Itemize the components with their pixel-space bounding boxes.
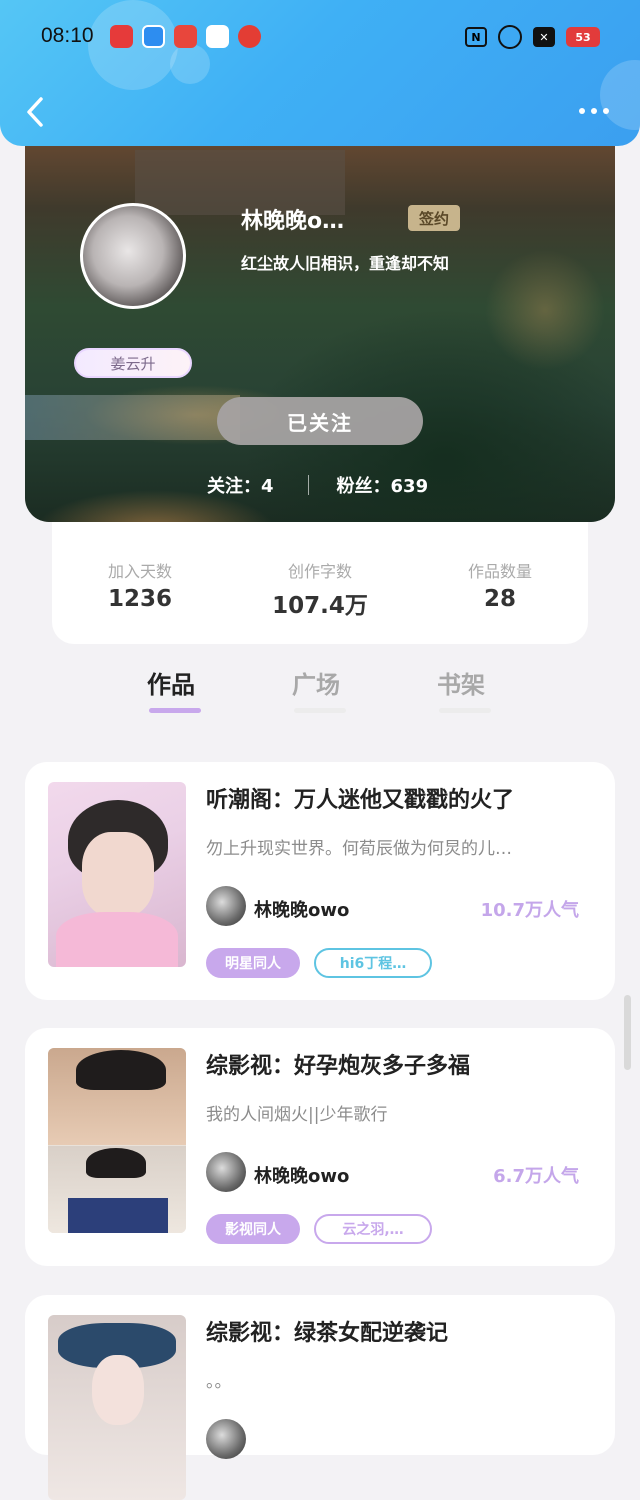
app-notification-icon [142,25,165,48]
author-avatar[interactable] [206,1152,246,1192]
tab-active-indicator [149,708,201,713]
signed-badge: 签约 [408,205,460,231]
following-count[interactable]: 关注：4 [207,472,274,498]
stat-word-count: 创作字数 107.4万 [240,558,400,620]
stat-label: 创作字数 [287,562,352,581]
wifi-alarm-icon [498,25,522,49]
work-description: 我的人间烟火||少年歌行 [206,1105,388,1125]
nfc-icon: N [465,27,487,47]
more-dot-icon [603,108,609,114]
tab-indicator [294,708,346,713]
battery-icon: 53 [566,27,600,47]
more-dot-icon [591,108,597,114]
tab-works[interactable]: 作品 [147,665,195,700]
work-cover-image[interactable] [48,782,186,967]
decor-bubble [170,44,210,84]
stat-label: 作品数量 [467,562,532,581]
stat-label: 加入天数 [107,562,172,581]
author-name[interactable]: 林晚晚owo [254,896,349,922]
author-avatar[interactable] [206,1419,246,1459]
topic-tag[interactable]: hi6丁程… [314,948,432,978]
work-title[interactable]: 综影视：绿茶女配逆袭记 [206,1315,448,1347]
profile-header [25,130,615,522]
more-dot-icon [579,108,585,114]
scrollbar-thumb[interactable] [624,995,631,1070]
work-cover-image[interactable] [48,1048,186,1233]
stat-value: 28 [483,586,516,612]
work-cover-image[interactable] [48,1315,186,1500]
cover-figure [92,1355,144,1425]
work-description: 勿上升现实世界。何荀辰做为何炅的儿… [206,839,512,859]
video-app-icon [206,25,229,48]
top-bar: 08:10 N ✕ 53 [0,0,640,146]
popularity-count: 10.7万人气 [480,900,579,921]
follow-button[interactable]: 已关注 [217,397,423,445]
work-title[interactable]: 综影视：好孕炮灰多子多福 [206,1048,470,1080]
popularity-count: 6.7万人气 [493,1166,579,1187]
cover-figure [56,912,178,967]
divider [307,475,309,495]
work-description: 。。 [206,1372,232,1392]
tab-square[interactable]: 广场 [292,665,340,700]
tab-bookshelf[interactable]: 书架 [437,665,485,700]
more-options-button[interactable] [576,100,612,122]
profile-avatar[interactable] [80,203,186,309]
cover-figure [86,1148,146,1178]
stat-value: 107.4万 [272,593,368,619]
topic-tag[interactable]: 云之羽,… [314,1214,432,1244]
author-avatar[interactable] [206,886,246,926]
app-notification-icon [110,25,133,48]
profile-name: 林晚晚o… [241,209,345,234]
category-tag[interactable]: 影视同人 [206,1214,300,1244]
cover-figure [68,1198,168,1233]
music-app-icon [174,25,197,48]
stat-value: 1236 [107,586,172,612]
profile-motto: 红尘故人旧相识，重逢却不知 [241,254,450,273]
notification-app-icons [110,25,261,48]
stat-work-count: 作品数量 28 [420,558,580,612]
cover-figure [76,1050,166,1090]
author-tag[interactable]: 姜云升 [74,348,192,378]
work-card[interactable]: 综影视：好孕炮灰多子多福 我的人间烟火||少年歌行 林晚晚owo 6.7万人气 … [25,1028,615,1266]
background-scenery [25,395,240,440]
netease-music-icon [238,25,261,48]
work-card[interactable]: 综影视：绿茶女配逆袭记 。。 [25,1295,615,1500]
follow-counts: 关注：4 粉丝：639 [207,472,428,498]
work-title[interactable]: 听潮阁：万人迷他又戳戳的火了 [206,782,514,814]
stat-join-days: 加入天数 1236 [60,558,220,612]
back-button[interactable] [22,94,52,130]
fans-count[interactable]: 粉丝：639 [337,472,429,498]
chevron-left-icon [27,97,43,127]
work-card[interactable]: 听潮阁：万人迷他又戳戳的火了 勿上升现实世界。何荀辰做为何炅的儿… 林晚晚owo… [25,762,615,1000]
status-time: 08:10 [41,24,94,47]
category-tag[interactable]: 明星同人 [206,948,300,978]
close-box-icon: ✕ [533,27,555,47]
status-icons: N ✕ 53 [465,25,600,49]
stats-card: 加入天数 1236 创作字数 107.4万 作品数量 28 [52,522,588,644]
author-name[interactable]: 林晚晚owo [254,1162,349,1188]
tab-indicator [439,708,491,713]
cover-figure [82,832,154,917]
